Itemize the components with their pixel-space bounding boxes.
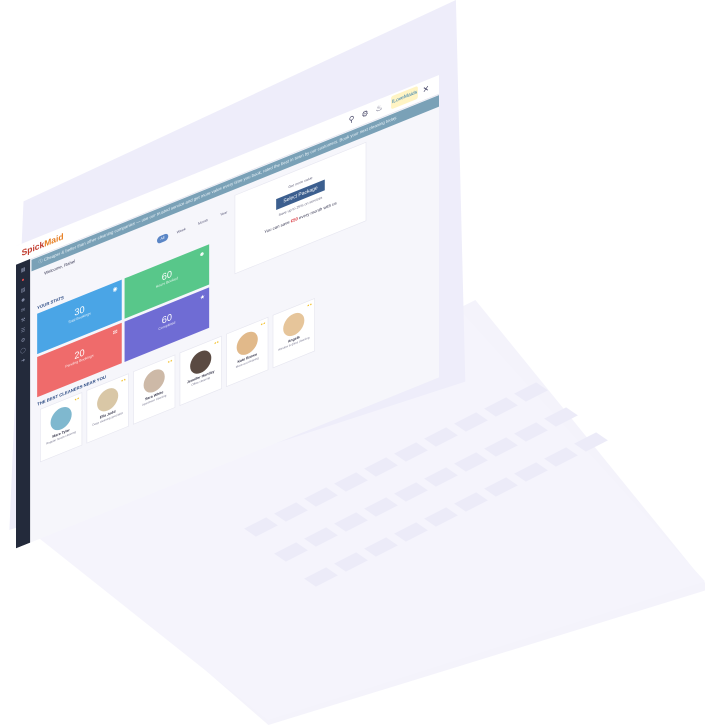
sidebar: ▦ ● ▤ ☻ ✉ ⚒ ☰ ⚙ ◯ ➜ xyxy=(16,259,31,549)
top-bar: SpickMaid ⚲ ⚙ ♨ ILoveMaids ✕ xyxy=(16,75,439,266)
cleaner-card[interactable]: ★★ Sara White Apartment cleaning xyxy=(133,354,176,425)
chat-icon[interactable]: ✉ xyxy=(20,307,26,315)
filter-all[interactable]: All xyxy=(157,232,168,245)
cleaner-card[interactable]: ★★ Jennifer Huntley Office cleaning xyxy=(179,335,222,406)
rating-stars-icon: ★★ xyxy=(74,396,80,402)
rating-stars-icon: ★★ xyxy=(260,320,266,327)
users-icon[interactable]: ☻ xyxy=(20,297,26,305)
rating-stars-icon: ★★ xyxy=(167,358,173,365)
filter-week[interactable]: Week xyxy=(173,224,189,238)
calendar-icon[interactable]: ▤ xyxy=(20,287,26,295)
rating-stars-icon: ★★ xyxy=(307,301,313,308)
filter-month[interactable]: Month xyxy=(194,215,211,229)
cleaner-card[interactable]: ★★ Angela Window & glass cleaning xyxy=(272,297,315,369)
notification-bell-icon[interactable]: ♨ xyxy=(376,102,383,114)
logout-icon[interactable]: ➜ xyxy=(20,357,26,365)
close-icon[interactable]: ✕ xyxy=(423,83,429,95)
settings-icon[interactable]: ⚙ xyxy=(20,337,26,345)
filter-year[interactable]: Year xyxy=(217,207,231,220)
alert-icon[interactable]: ● xyxy=(20,277,26,285)
rating-stars-icon: ★★ xyxy=(213,339,220,346)
rating-stars-icon: ★★ xyxy=(120,377,126,383)
cleaner-card[interactable]: ★★ Kate Brown Move-out cleaning xyxy=(226,316,269,388)
search-icon[interactable]: ⚲ xyxy=(349,114,355,125)
globe-icon[interactable]: ◯ xyxy=(20,347,26,355)
list-icon[interactable]: ☰ xyxy=(20,327,26,335)
settings-icon[interactable]: ⚙ xyxy=(362,108,369,120)
wrench-icon[interactable]: ⚒ xyxy=(20,317,26,325)
dashboard-icon[interactable]: ▦ xyxy=(20,266,26,274)
info-icon: ⓘ xyxy=(38,258,43,265)
